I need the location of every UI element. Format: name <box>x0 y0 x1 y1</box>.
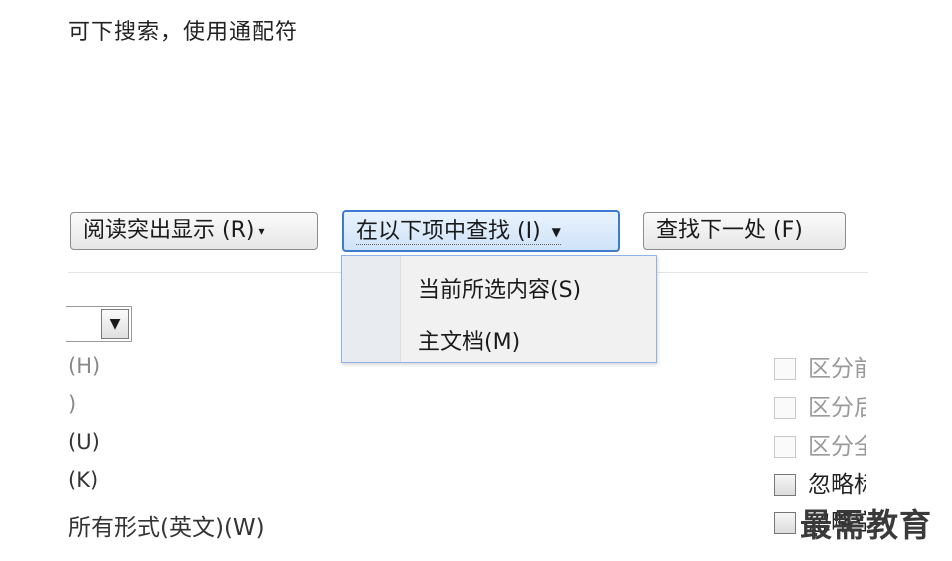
reading-highlight-button[interactable]: 阅读突出显示 (R) ▾ <box>70 212 318 250</box>
find-in-dropdown-menu: 当前所选内容(S) 主文档(M) <box>341 255 657 363</box>
instruction-text: 可下搜索，使用通配符 <box>68 20 299 45</box>
checkbox[interactable] <box>774 397 796 419</box>
checkbox[interactable] <box>774 512 796 534</box>
dropdown-arrow-icon: ▼ <box>551 225 561 239</box>
checkbox-label: 区分全 <box>808 434 866 460</box>
find-in-label: 在以下项中查找 (I) <box>356 219 541 244</box>
checkbox[interactable] <box>774 358 796 380</box>
watermark: 最需教育 <box>800 506 933 544</box>
menu-gutter <box>342 256 401 362</box>
option-label-1[interactable]: (H) <box>68 354 100 378</box>
checkbox-label: 忽略标 <box>808 472 866 498</box>
menu-item-current-selection[interactable]: 当前所选内容(S) <box>418 272 581 304</box>
find-in-button[interactable]: 在以下项中查找 (I) ▼ <box>342 210 620 252</box>
dropdown-arrow-icon: ▾ <box>258 224 265 238</box>
checkbox-label: 区分后 <box>808 395 866 421</box>
option-label-3[interactable]: (U) <box>68 430 100 454</box>
reading-highlight-label: 阅读突出显示 (R) <box>83 218 255 243</box>
checkbox[interactable] <box>774 436 796 458</box>
find-next-button[interactable]: 查找下一处 (F) <box>643 212 846 250</box>
menu-item-main-document[interactable]: 主文档(M) <box>418 324 520 356</box>
combo-dropdown-icon[interactable]: ▼ <box>101 309 129 339</box>
option-label-all-word-forms[interactable]: 所有形式(英文)(W) <box>68 508 265 542</box>
option-label-4[interactable]: (K) <box>68 468 98 492</box>
search-options-combo[interactable]: ▼ <box>66 306 132 342</box>
option-label-2[interactable]: ) <box>68 392 76 416</box>
checkbox[interactable] <box>774 474 796 496</box>
find-next-label: 查找下一处 (F) <box>656 218 803 243</box>
checkbox-label: 区分前 <box>808 356 866 382</box>
